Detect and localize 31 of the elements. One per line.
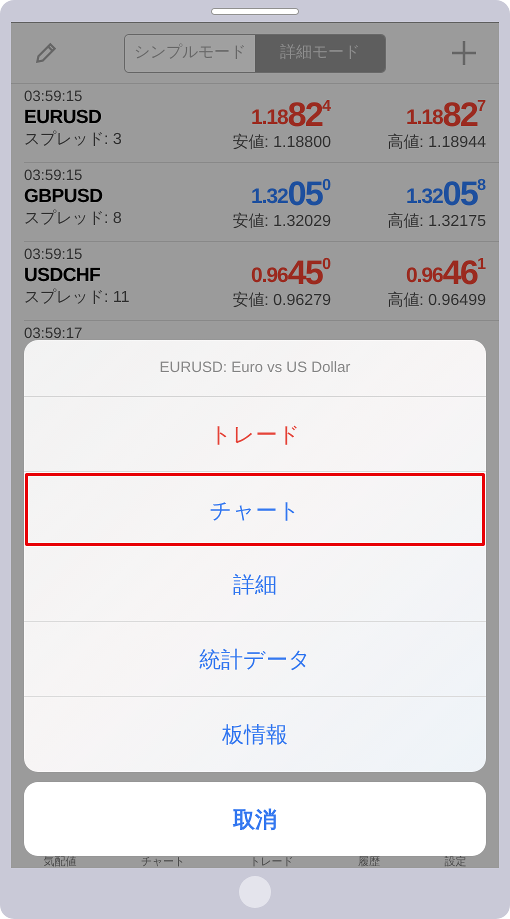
sheet-title: EURUSD: Euro vs US Dollar [24, 340, 486, 397]
high-price: 高値: 1.18944 [387, 133, 486, 153]
spread-label: スプレッド: 8 [24, 209, 123, 229]
home-button[interactable] [239, 876, 271, 908]
sheet-option[interactable]: トレード [24, 397, 486, 472]
tab-bar-item[interactable]: チャート [140, 856, 185, 868]
symbol-name: USDCHF [24, 264, 102, 288]
high-price: 高値: 0.96499 [387, 291, 486, 311]
tab-bar-item[interactable]: 履歴 [358, 856, 380, 868]
quote-time: 03:59:15 [24, 246, 84, 264]
plus-icon[interactable] [451, 40, 477, 66]
quote-time: 03:59:15 [24, 167, 84, 185]
low-price: 安値: 1.32029 [232, 212, 331, 232]
sheet-option[interactable]: 板情報 [24, 697, 486, 772]
spread-label: スプレッド: 3 [24, 130, 123, 150]
sheet-option[interactable]: 統計データ [24, 622, 486, 697]
symbol-name: GBPUSD [24, 185, 104, 209]
tab-bar-item[interactable]: 気配値 [43, 856, 76, 868]
tab-bar-item[interactable]: トレード [249, 856, 294, 868]
spread-label: スプレッド: 11 [24, 288, 130, 308]
tab-bar-item[interactable]: 設定 [444, 856, 467, 868]
symbol-name: EURUSD [24, 106, 102, 130]
quote-time: 03:59:15 [24, 88, 84, 106]
sheet-option[interactable]: 詳細 [24, 547, 486, 622]
sheet-option[interactable]: チャート [24, 472, 486, 547]
cancel-button[interactable]: 取消 [24, 782, 486, 856]
low-price: 安値: 0.96279 [232, 291, 331, 311]
high-price: 高値: 1.32175 [387, 212, 486, 232]
quote-time: 03:59:17 [24, 325, 82, 342]
low-price: 安値: 1.18800 [232, 133, 331, 153]
pencil-icon[interactable] [33, 40, 59, 66]
